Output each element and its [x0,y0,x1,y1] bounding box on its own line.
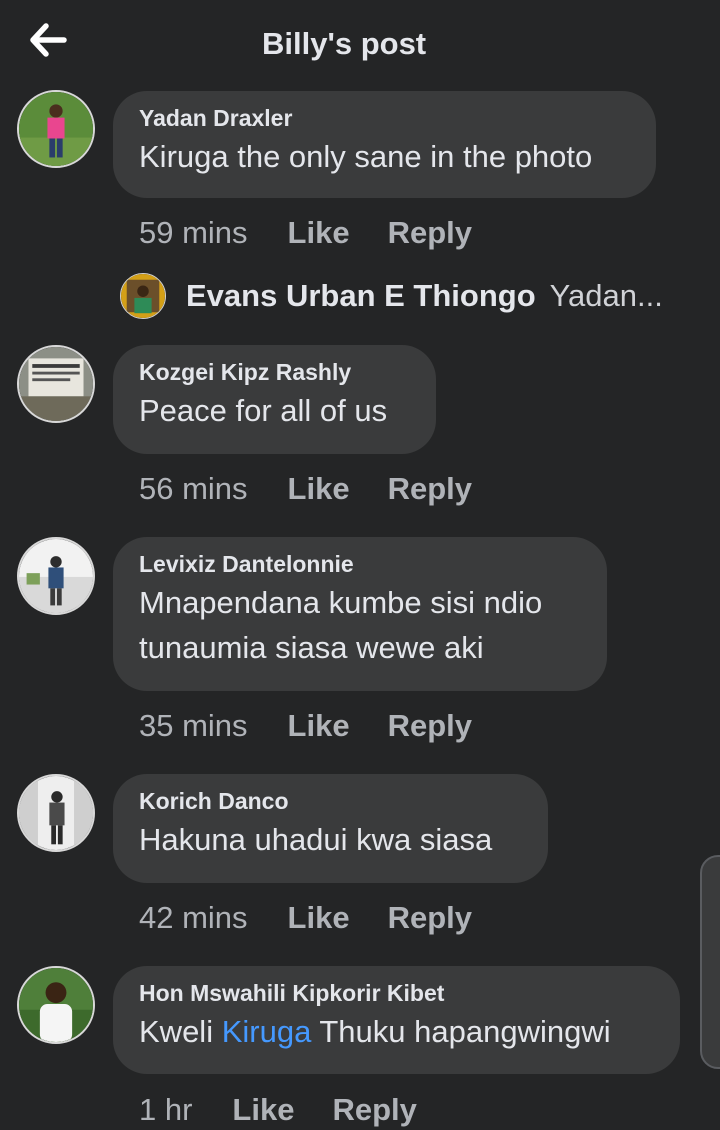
like-button[interactable]: Like [288,469,350,509]
comment-time[interactable]: 1 hr [139,1090,192,1130]
avatar[interactable] [17,90,95,168]
comment-author[interactable]: Hon Mswahili Kipkorir Kibet [139,978,654,1008]
comment-author[interactable]: Korich Danco [139,786,522,816]
avatar[interactable] [17,774,95,852]
avatar[interactable] [17,966,95,1044]
comment-text: Mnapendana kumbe sisi ndio tunaumia sias… [139,580,581,670]
comment-meta: 56 mins Like Reply [139,469,472,509]
comment-meta: 1 hr Like Reply [139,1090,417,1130]
avatar [120,273,166,319]
comment-text: Hakuna uhadui kwa siasa [139,822,493,857]
like-button[interactable]: Like [232,1090,294,1130]
comment-author[interactable]: Yadan Draxler [139,103,630,133]
comment-time[interactable]: 35 mins [139,706,248,746]
avatar[interactable] [17,537,95,615]
avatar[interactable] [17,345,95,423]
header-bar: Billy's post [0,0,720,88]
scrollbar[interactable] [700,855,720,1069]
reply-button[interactable]: Reply [388,469,472,509]
page-title: Billy's post [262,26,427,61]
comment-bubble[interactable]: Korich Danco Hakuna uhadui kwa siasa [113,774,548,883]
comment-meta: 35 mins Like Reply [139,706,472,746]
comment-author[interactable]: Kozgei Kipz Rashly [139,357,410,387]
comment-text-line: tunaumia siasa wewe aki [139,630,484,665]
comment-text: Kweli Kiruga Thuku hapangwingwi [139,1009,654,1054]
comment-meta: 42 mins Like Reply [139,898,472,938]
reply-button[interactable]: Reply [332,1090,416,1130]
reply-snippet: Yadan... [549,278,663,313]
comment-text: Kiruga the only sane in the photo [139,139,593,174]
comment-text-prefix: Kweli [139,1014,222,1049]
comment-bubble[interactable]: Kozgei Kipz Rashly Peace for all of us [113,345,436,454]
like-button[interactable]: Like [288,213,350,253]
comment-time[interactable]: 59 mins [139,213,248,253]
back-button[interactable] [26,22,70,58]
comment-bubble[interactable]: Yadan Draxler Kiruga the only sane in th… [113,91,656,198]
comment-text: Peace for all of us [139,393,388,428]
comment-bubble[interactable]: Levixiz Dantelonnie Mnapendana kumbe sis… [113,537,607,691]
mention-link[interactable]: Kiruga [222,1014,312,1049]
like-button[interactable]: Like [288,898,350,938]
reply-button[interactable]: Reply [388,213,472,253]
reply-author: Evans Urban E Thiongo [186,278,536,313]
comment-bubble[interactable]: Hon Mswahili Kipkorir Kibet Kweli Kiruga… [113,966,680,1074]
like-button[interactable]: Like [288,706,350,746]
reply-button[interactable]: Reply [388,706,472,746]
back-arrow-icon [30,23,67,57]
comment-time[interactable]: 56 mins [139,469,248,509]
comment-author[interactable]: Levixiz Dantelonnie [139,549,581,579]
comment-text-suffix: Thuku hapangwingwi [311,1014,611,1049]
reply-button[interactable]: Reply [388,898,472,938]
reply-preview[interactable]: Evans Urban E Thiongo Yadan... [120,272,663,320]
comment-text-line: Mnapendana kumbe sisi ndio [139,585,543,620]
comment-meta: 59 mins Like Reply [139,213,472,253]
comment-time[interactable]: 42 mins [139,898,248,938]
